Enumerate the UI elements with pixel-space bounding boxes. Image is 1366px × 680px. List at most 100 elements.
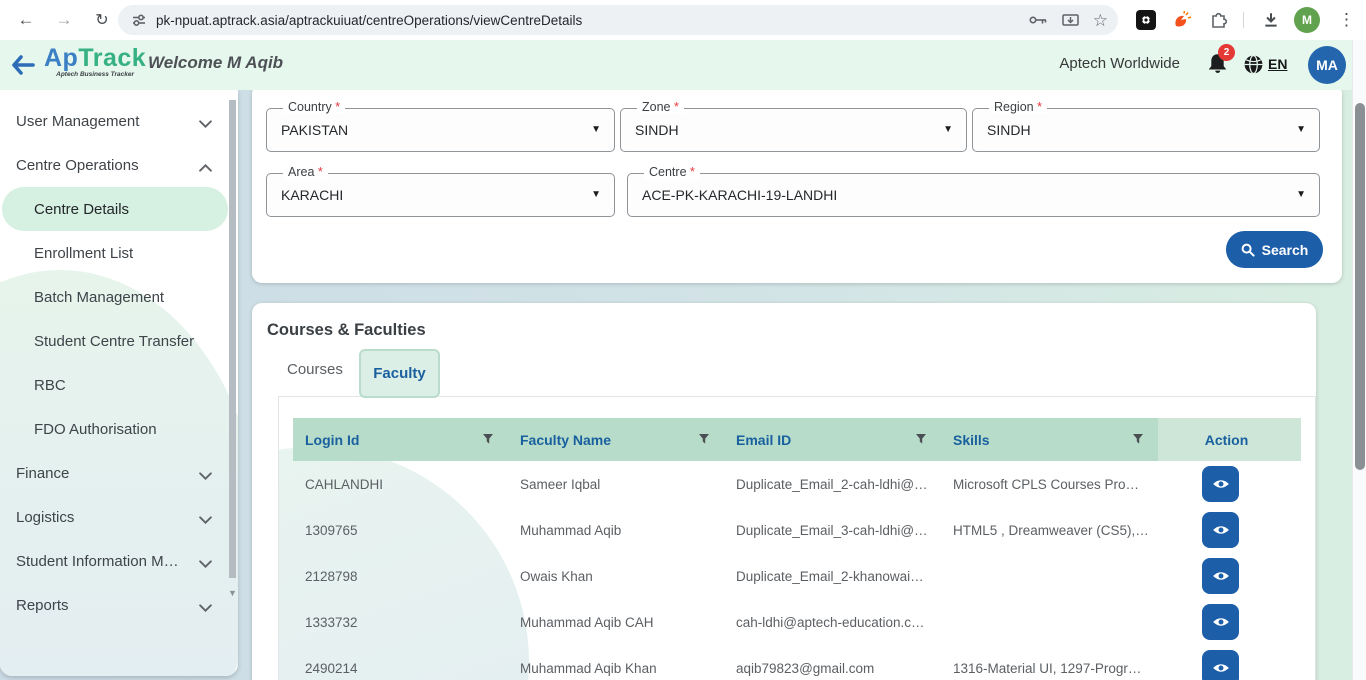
sidebar-item-user-management[interactable]: User Management [0,99,238,143]
table-row: CAHLANDHI Sameer Iqbal Duplicate_Email_2… [293,461,1301,507]
sidebar-item-label: Finance [16,465,69,482]
orange-extension-icon[interactable] [1172,10,1192,30]
sidebar-item-enrollment-list[interactable]: Enrollment List [0,231,238,275]
sidebar-item-logistics[interactable]: Logistics [0,495,238,539]
centre-value: ACE-PK-KARACHI-19-LANDHI [642,187,837,203]
column-header-login-id[interactable]: Login Id [293,418,508,461]
view-faculty-button[interactable] [1202,558,1239,594]
column-header-skills[interactable]: Skills [941,418,1158,461]
sidebar-item-student-centre-transfer[interactable]: Student Centre Transfer [0,319,238,363]
browser-forward-icon[interactable]: → [52,8,76,32]
sidebar-item-rbc[interactable]: RBC [0,363,238,407]
chevron-down-icon [199,555,212,572]
sidebar-item-label: Centre Operations [16,157,139,174]
filter-icon[interactable] [915,432,927,448]
eye-icon [1212,570,1230,582]
region-select[interactable]: Region * SINDH ▼ [972,108,1320,152]
install-screencast-icon[interactable] [1062,13,1079,28]
app-back-icon[interactable] [10,54,36,81]
url-text[interactable]: pk-npuat.aptrack.asia/aptrackuiuat/centr… [156,13,582,28]
eye-icon [1212,662,1230,674]
browser-profile-avatar[interactable]: M [1294,7,1320,33]
filter-icon[interactable] [698,432,710,448]
cell-skills: HTML5 , Dreamweaver (CS5),… [941,523,1158,538]
eye-icon [1212,616,1230,628]
table-row: 2128798 Owais Khan Duplicate_Email_2-kha… [293,553,1301,599]
page-scrollbar-thumb[interactable] [1355,103,1365,470]
cell-login-id: 2128798 [293,569,508,584]
cell-faculty-name: Muhammad Aqib Khan [508,661,724,676]
sidebar-item-centre-details[interactable]: Centre Details [2,187,228,231]
gear-extension-icon[interactable] [1136,10,1156,30]
sidebar-item-centre-operations[interactable]: Centre Operations [0,143,238,187]
cell-email: Duplicate_Email_2-cah-ldhi@… [724,477,941,492]
org-label: Aptech Worldwide [1059,55,1180,72]
dropdown-arrow-icon: ▼ [1296,124,1306,135]
sidebar-item-label: FDO Authorisation [34,421,157,438]
bookmark-star-icon[interactable]: ☆ [1093,12,1108,29]
eye-icon [1212,524,1230,536]
user-avatar[interactable]: MA [1308,46,1346,84]
required-asterisk: * [335,100,340,114]
area-select[interactable]: Area * KARACHI ▼ [266,173,615,217]
courses-faculties-card: Courses & Faculties Courses Faculty Logi… [252,303,1316,680]
tab-faculty[interactable]: Faculty [359,349,440,398]
sidebar-item-student-information[interactable]: Student Information M… [0,539,238,583]
sidebar-item-batch-management[interactable]: Batch Management [0,275,238,319]
globe-icon[interactable] [1243,54,1264,80]
filter-icon[interactable] [1132,432,1144,448]
cell-email: Duplicate_Email_2-khanowai… [724,569,941,584]
cell-login-id: CAHLANDHI [293,477,508,492]
browser-back-icon[interactable]: ← [14,8,38,32]
tab-courses[interactable]: Courses [287,361,343,378]
sidebar-scrollbar[interactable]: ▼ [229,100,236,600]
cell-email: cah-ldhi@aptech-education.c… [724,615,941,630]
sidebar-item-reports[interactable]: Reports [0,583,238,627]
sidebar-item-finance[interactable]: Finance [0,451,238,495]
address-bar[interactable]: pk-npuat.aptrack.asia/aptrackuiuat/centr… [118,5,1118,35]
search-button[interactable]: Search [1226,231,1323,268]
view-faculty-button[interactable] [1202,466,1239,502]
view-faculty-button[interactable] [1202,512,1239,548]
required-asterisk: * [674,100,679,114]
sidebar-item-label: User Management [16,113,139,130]
column-header-faculty-name[interactable]: Faculty Name [508,418,724,461]
centre-label: Centre [649,165,687,179]
centre-select[interactable]: Centre * ACE-PK-KARACHI-19-LANDHI ▼ [627,173,1320,217]
scrollbar-arrow-icon[interactable]: ▼ [228,588,237,598]
area-label: Area [288,165,314,179]
faculty-table: Login Id Faculty Name Email ID Skills [293,418,1301,680]
zone-value: SINDH [635,122,679,138]
chevron-down-icon [199,467,212,484]
aptrack-logo[interactable]: ApTrack Aptech Business Tracker [44,46,146,78]
sidebar-scrollbar-thumb[interactable] [229,100,236,578]
chevron-down-icon [199,115,212,132]
language-link[interactable]: EN [1268,56,1287,72]
search-button-label: Search [1262,242,1309,258]
dropdown-arrow-icon: ▼ [1296,189,1306,200]
download-icon[interactable] [1262,11,1280,34]
view-faculty-button[interactable] [1202,604,1239,640]
table-row: 1333732 Muhammad Aqib CAH cah-ldhi@aptec… [293,599,1301,645]
sidebar-item-label: Student Information M… [16,553,179,570]
zone-select[interactable]: Zone * SINDH ▼ [620,108,967,152]
logo-tagline: Aptech Business Tracker [44,71,146,78]
filter-icon[interactable] [482,432,494,448]
site-settings-icon[interactable] [132,13,146,27]
column-label: Skills [953,432,990,448]
app-header: ApTrack Aptech Business Tracker Welcome … [0,40,1366,90]
column-header-email-id[interactable]: Email ID [724,418,941,461]
browser-reload-icon[interactable]: ↻ [90,8,114,32]
menu-dots-icon[interactable]: ⋮ [1338,10,1355,30]
page-scrollbar[interactable] [1352,40,1366,680]
view-faculty-button[interactable] [1202,650,1239,680]
country-label: Country [288,100,332,114]
password-key-icon[interactable] [1029,14,1048,26]
cell-faculty-name: Muhammad Aqib [508,523,724,538]
area-value: KARACHI [281,187,343,203]
region-value: SINDH [987,122,1031,138]
extensions-puzzle-icon[interactable] [1209,10,1229,30]
country-select[interactable]: Country * PAKISTAN ▼ [266,108,615,152]
region-label: Region [994,100,1034,114]
sidebar-item-fdo-authorisation[interactable]: FDO Authorisation [0,407,238,451]
